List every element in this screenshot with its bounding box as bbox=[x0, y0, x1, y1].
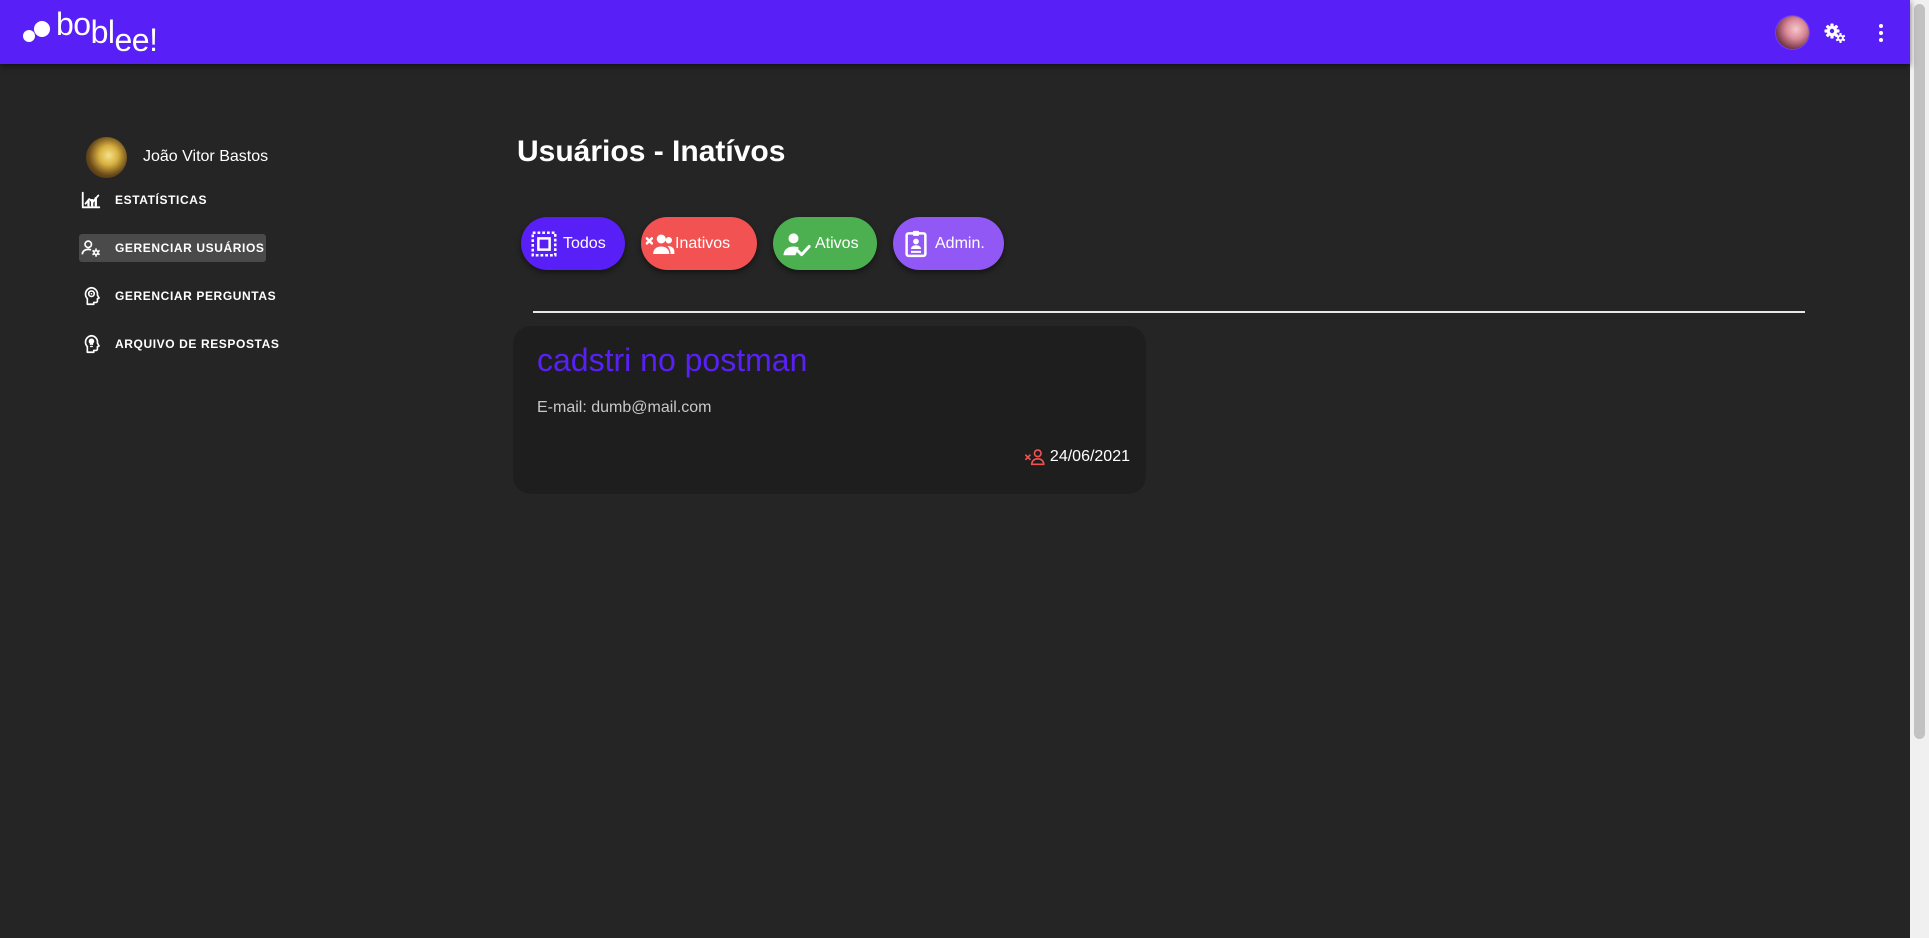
sidebar-item-label: GERENCIAR PERGUNTAS bbox=[115, 289, 277, 303]
logo-part-3: ee! bbox=[114, 22, 158, 58]
user-check-icon bbox=[783, 232, 811, 256]
head-bulb-icon bbox=[84, 334, 100, 354]
filter-admin-button[interactable]: Admin. bbox=[893, 217, 1004, 270]
head-question-icon bbox=[84, 286, 100, 306]
sidebar-item-label: GERENCIAR USUÁRIOS bbox=[115, 241, 265, 255]
user-date-row: 24/06/2021 bbox=[1024, 446, 1130, 468]
badge-icon bbox=[905, 230, 927, 257]
logo-wordmark: boblee! bbox=[56, 6, 158, 56]
profile-avatar bbox=[86, 136, 127, 178]
sidebar-item-label: ARQUIVO DE RESPOSTAS bbox=[115, 337, 280, 351]
sidebar-item-estatisticas[interactable]: ESTATÍSTICAS bbox=[79, 186, 207, 214]
user-inactive-icon bbox=[1024, 449, 1045, 466]
gears-icon[interactable] bbox=[1823, 21, 1847, 45]
filter-label: Todos bbox=[563, 234, 606, 252]
user-date: 24/06/2021 bbox=[1049, 448, 1130, 465]
sidebar-item-arquivo-respostas[interactable]: ARQUIVO DE RESPOSTAS bbox=[79, 330, 279, 358]
scrollbar-thumb[interactable] bbox=[1914, 4, 1925, 739]
users-remove-icon bbox=[645, 234, 675, 254]
filter-inativos-button[interactable]: Inativos bbox=[641, 217, 757, 270]
user-email: E-mail: dumb@mail.com bbox=[537, 399, 712, 416]
filter-label: Admin. bbox=[935, 234, 985, 252]
select-all-icon bbox=[531, 231, 557, 256]
logo-part-1: bo bbox=[56, 6, 91, 42]
page-title: Usuários - Inatívos bbox=[517, 135, 786, 168]
stats-icon bbox=[81, 191, 101, 209]
manage-users-icon bbox=[81, 240, 101, 257]
filter-ativos-button[interactable]: Ativos bbox=[773, 217, 877, 270]
sidebar-item-gerenciar-perguntas[interactable]: GERENCIAR PERGUNTAS bbox=[79, 282, 276, 310]
sidebar-item-label: ESTATÍSTICAS bbox=[115, 193, 208, 207]
page-scrollbar[interactable] bbox=[1910, 0, 1929, 938]
logo-dot-small bbox=[23, 30, 35, 42]
user-name: cadstri no postman bbox=[537, 342, 808, 378]
filter-label: Ativos bbox=[815, 234, 859, 252]
user-card[interactable]: cadstri no postman E-mail: dumb@mail.com… bbox=[513, 326, 1146, 494]
more-vert-icon[interactable] bbox=[1869, 21, 1893, 45]
logo-part-2: bl bbox=[90, 14, 115, 50]
filter-todos-button[interactable]: Todos bbox=[521, 217, 625, 270]
profile-name: João Vitor Bastos bbox=[143, 148, 269, 165]
top-app-bar: boblee! bbox=[0, 0, 1910, 64]
section-divider bbox=[533, 311, 1805, 313]
sidebar-item-gerenciar-usuarios[interactable]: GERENCIAR USUÁRIOS bbox=[79, 234, 267, 262]
logo-dot-big bbox=[34, 21, 50, 37]
sidebar-profile[interactable]: João Vitor Bastos bbox=[86, 136, 268, 178]
filter-label: Inativos bbox=[675, 234, 731, 252]
user-avatar[interactable] bbox=[1776, 16, 1809, 49]
